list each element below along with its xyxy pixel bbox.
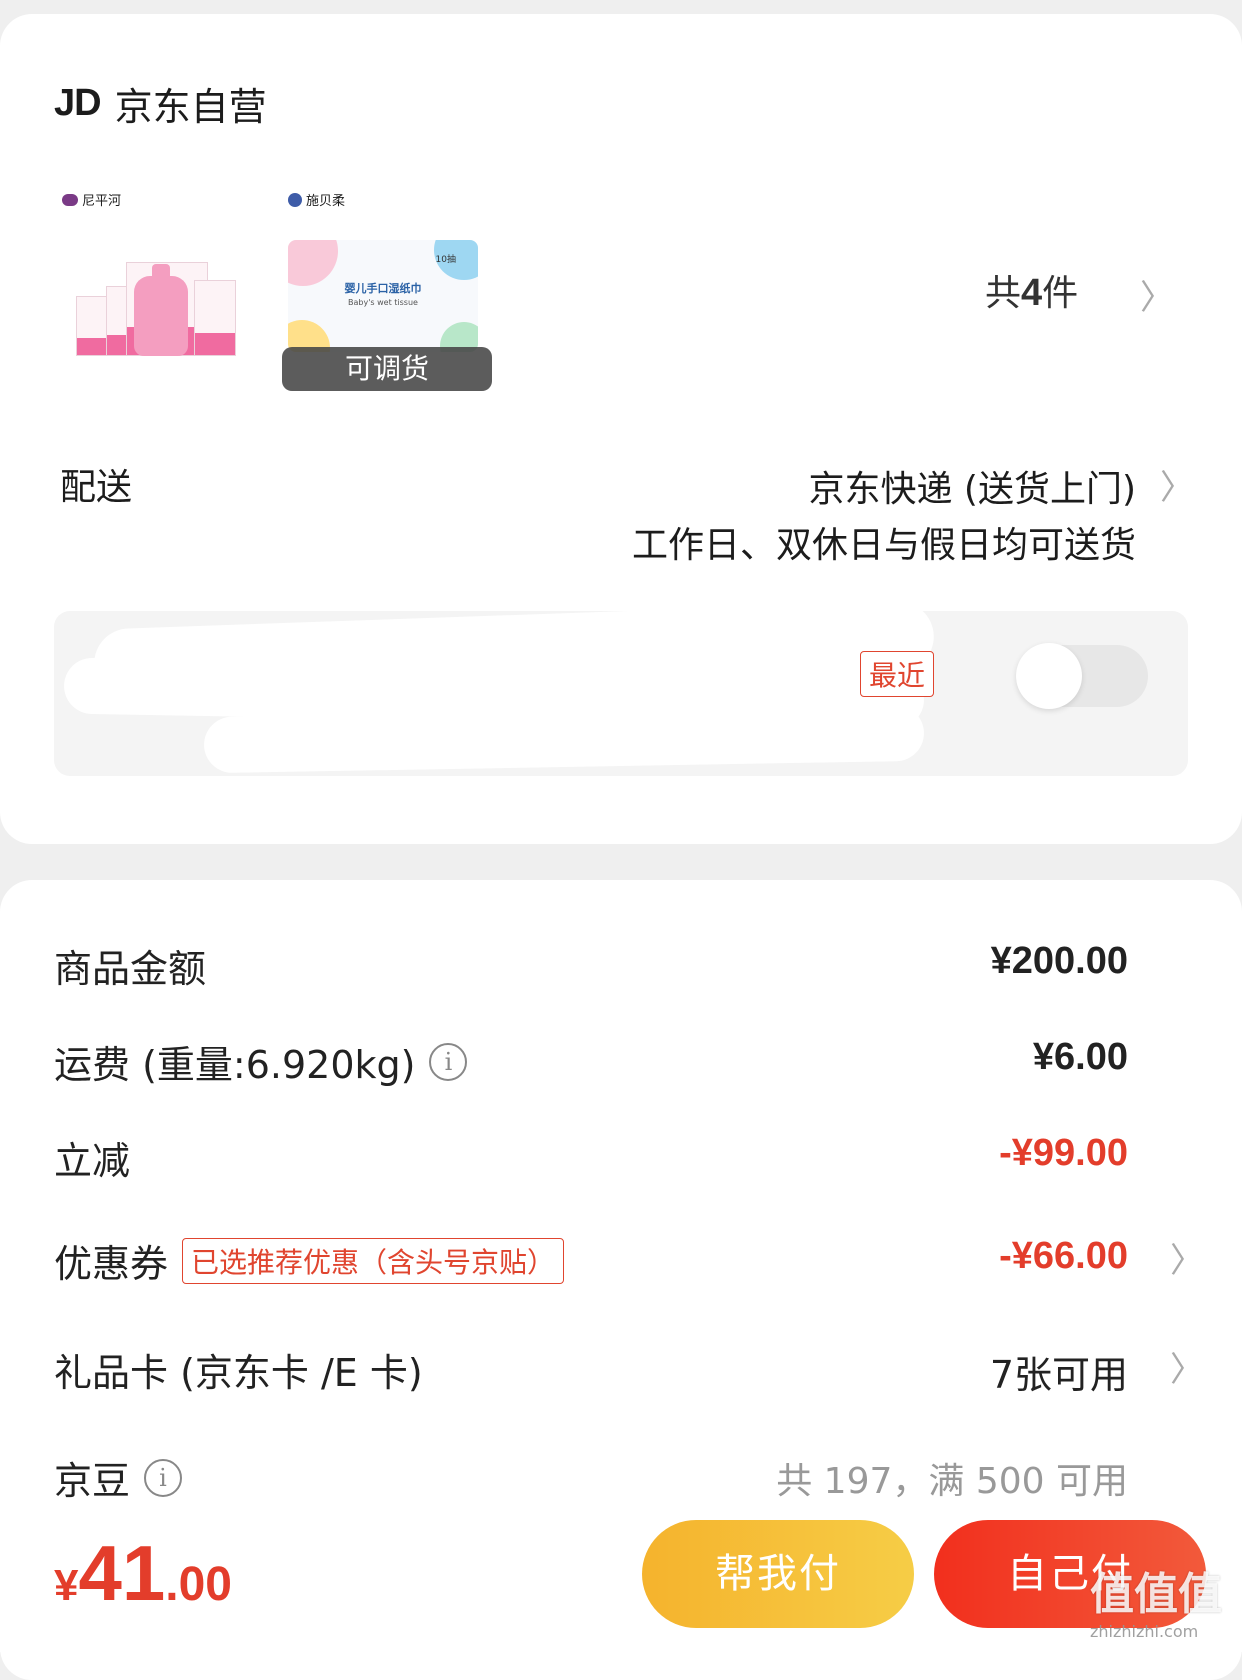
swap-badge: 可调货: [282, 347, 492, 391]
delivery-method[interactable]: 京东快递 (送货上门): [808, 460, 1136, 512]
milk-carton-image: [76, 256, 236, 356]
shop-name: 京东自营: [114, 85, 267, 129]
shop-header: JD 京东自营: [54, 76, 267, 131]
brand-logo-icon: [62, 193, 78, 206]
option-toggle[interactable]: [1016, 643, 1148, 709]
brand-label: 施贝柔: [288, 190, 345, 209]
wet-tissue-image: 10抽 婴儿手口湿纸巾 Baby's wet tissue: [288, 240, 478, 352]
chevron-right-icon[interactable]: 〉: [1140, 270, 1174, 319]
watermark: 值值值: [1090, 1569, 1222, 1620]
chevron-right-icon[interactable]: 〉: [1160, 460, 1194, 509]
brand-logo-icon: [288, 192, 302, 207]
goods-amount-row: 商品金额 ¥200.00: [54, 940, 1128, 991]
gift-card-row[interactable]: 礼品卡 (京东卡 /E 卡) 7张可用 〉: [54, 1342, 1204, 1402]
delivery-label: 配送: [60, 467, 133, 508]
recent-tag: 最近: [860, 651, 935, 697]
info-icon[interactable]: i: [429, 1042, 468, 1081]
chevron-right-icon[interactable]: 〉: [1170, 1233, 1204, 1282]
toggle-knob: [1016, 643, 1082, 709]
delivery-option-panel: 无 最近: [54, 611, 1188, 776]
watermark-url: zhizhizhi.com: [1090, 1622, 1199, 1641]
info-icon[interactable]: i: [144, 1458, 183, 1497]
delivery-note: 工作日、双休日与假日均可送货: [631, 525, 1136, 566]
total-price: ¥ 41 .00: [54, 1529, 232, 1617]
brand-label: 尼平河: [62, 190, 121, 209]
freight-row: 运费 (重量:6.920kg) i ¥6.00: [54, 1036, 1128, 1087]
help-pay-button[interactable]: 帮我付: [642, 1520, 914, 1628]
coupon-row[interactable]: 优惠券 已选推荐优惠（含头号京贴） -¥66.00 〉: [54, 1233, 1204, 1293]
redaction-scribble: [203, 704, 925, 774]
instant-discount-row: 立减 -¥99.00: [54, 1132, 1128, 1183]
chevron-right-icon[interactable]: 〉: [1170, 1342, 1204, 1391]
jd-logo: JD: [54, 82, 102, 124]
product-thumbnail[interactable]: 尼平河: [56, 180, 256, 380]
item-count[interactable]: 共4件: [985, 264, 1078, 316]
coupon-tag: 已选推荐优惠（含头号京贴）: [182, 1237, 565, 1284]
